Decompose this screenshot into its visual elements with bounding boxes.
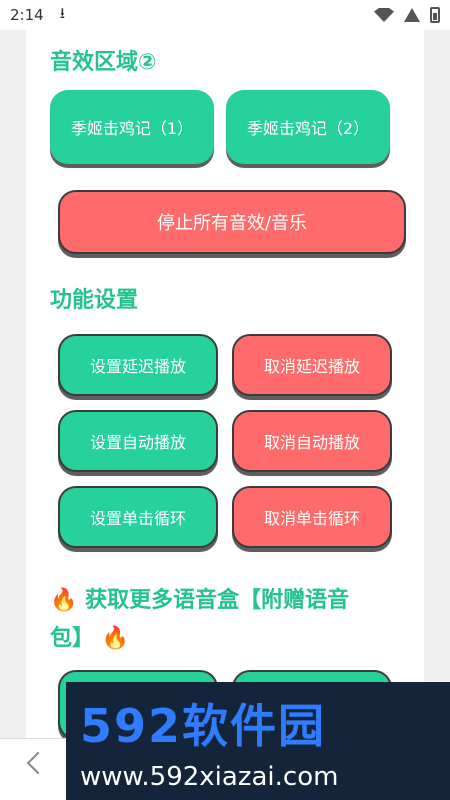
set-single-loop-button[interactable]: 设置单击循环 xyxy=(58,486,218,548)
set-delay-play-label: 设置延迟播放 xyxy=(89,357,186,376)
cancel-delay-play-button[interactable]: 取消延迟播放 xyxy=(232,334,392,396)
fire-icon: 🔥 xyxy=(101,626,130,651)
status-bar: 2:14 ⭳ xyxy=(0,0,450,30)
more-voice-title-line1: 获取更多语音盒【附赠语音 xyxy=(85,588,350,613)
set-auto-play-button[interactable]: 设置自动播放 xyxy=(58,410,218,472)
content-panel: 音效区域② 季姬击鸡记（1） 季姬击鸡记（2） 停止所有音效/音乐 功能设置 设… xyxy=(26,30,424,750)
battery-icon xyxy=(430,7,440,23)
sound-button-2[interactable]: 季姬击鸡记（2） xyxy=(226,90,390,164)
set-delay-play-button[interactable]: 设置延迟播放 xyxy=(58,334,218,396)
status-time: 2:14 xyxy=(10,6,44,24)
back-icon[interactable] xyxy=(26,751,50,775)
settings-title: 功能设置 xyxy=(50,288,139,313)
wifi-icon xyxy=(374,8,394,22)
sound-button-2-label: 季姬击鸡记（2） xyxy=(246,119,370,138)
more-voice-title: 🔥 获取更多语音盒【附赠语音 包】 🔥 xyxy=(50,582,410,658)
cancel-auto-play-button[interactable]: 取消自动播放 xyxy=(232,410,392,472)
watermark-title: 592软件园 xyxy=(80,699,327,753)
sound-button-1-label: 季姬击鸡记（1） xyxy=(70,119,194,138)
set-single-loop-label: 设置单击循环 xyxy=(89,509,186,528)
more-voice-title-line2: 包】 xyxy=(50,626,95,651)
stop-all-button[interactable]: 停止所有音效/音乐 xyxy=(58,190,406,254)
stop-all-label: 停止所有音效/音乐 xyxy=(156,213,308,234)
signal-icon xyxy=(404,8,420,22)
cancel-delay-play-label: 取消延迟播放 xyxy=(263,357,360,376)
fire-icon: 🔥 xyxy=(50,588,78,613)
set-auto-play-label: 设置自动播放 xyxy=(89,433,186,452)
cancel-single-loop-label: 取消单击循环 xyxy=(263,509,360,528)
watermark-url: www.592xiazai.com xyxy=(80,762,339,792)
sound-area-title: 音效区域② xyxy=(50,50,157,75)
sound-button-1[interactable]: 季姬击鸡记（1） xyxy=(50,90,214,164)
cancel-auto-play-label: 取消自动播放 xyxy=(263,433,360,452)
status-icons xyxy=(374,7,440,23)
watermark-banner: 592软件园 www.592xiazai.com xyxy=(66,682,450,800)
cancel-single-loop-button[interactable]: 取消单击循环 xyxy=(232,486,392,548)
download-icon: ⭳ xyxy=(59,3,65,22)
